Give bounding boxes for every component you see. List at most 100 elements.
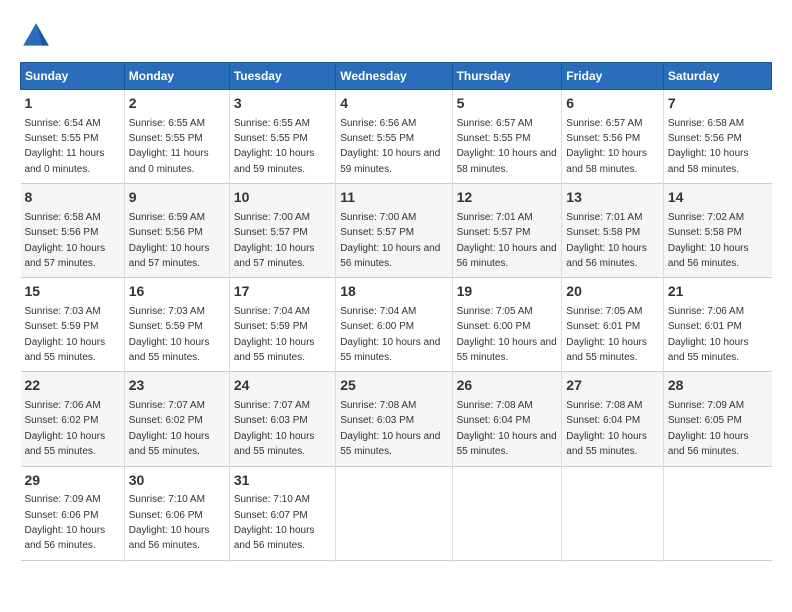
day-cell: 31 Sunrise: 7:10 AM Sunset: 6:07 PM Dayl…: [229, 466, 335, 560]
day-number: 16: [129, 282, 225, 302]
week-row-4: 22 Sunrise: 7:06 AM Sunset: 6:02 PM Dayl…: [21, 372, 772, 466]
sunrise: Sunrise: 6:59 AM: [129, 212, 205, 223]
day-cell: 21 Sunrise: 7:06 AM Sunset: 6:01 PM Dayl…: [663, 278, 771, 372]
day-cell: 14 Sunrise: 7:02 AM Sunset: 5:58 PM Dayl…: [663, 184, 771, 278]
day-number: 14: [668, 188, 768, 208]
sunrise: Sunrise: 7:08 AM: [566, 400, 642, 411]
day-cell: 6 Sunrise: 6:57 AM Sunset: 5:56 PM Dayli…: [562, 90, 664, 184]
sunrise: Sunrise: 7:04 AM: [340, 306, 416, 317]
day-number: 6: [566, 94, 659, 114]
sunrise: Sunrise: 6:57 AM: [457, 118, 533, 129]
day-cell: [663, 466, 771, 560]
daylight: Daylight: 10 hours and 55 minutes.: [234, 337, 315, 363]
day-cell: 25 Sunrise: 7:08 AM Sunset: 6:03 PM Dayl…: [336, 372, 452, 466]
sunset: Sunset: 6:03 PM: [234, 415, 308, 426]
page-header: [20, 20, 772, 52]
header-wednesday: Wednesday: [336, 63, 452, 90]
day-number: 12: [457, 188, 558, 208]
sunset: Sunset: 5:56 PM: [668, 133, 742, 144]
sunrise: Sunrise: 6:54 AM: [25, 118, 101, 129]
day-number: 30: [129, 471, 225, 491]
sunrise: Sunrise: 6:55 AM: [129, 118, 205, 129]
sunset: Sunset: 6:00 PM: [340, 321, 414, 332]
day-cell: 5 Sunrise: 6:57 AM Sunset: 5:55 PM Dayli…: [452, 90, 562, 184]
sunrise: Sunrise: 7:09 AM: [668, 400, 744, 411]
daylight: Daylight: 10 hours and 55 minutes.: [668, 337, 749, 363]
day-cell: 23 Sunrise: 7:07 AM Sunset: 6:02 PM Dayl…: [124, 372, 229, 466]
daylight: Daylight: 10 hours and 56 minutes.: [129, 525, 210, 551]
day-number: 8: [25, 188, 120, 208]
day-number: 2: [129, 94, 225, 114]
daylight: Daylight: 10 hours and 59 minutes.: [340, 148, 440, 174]
sunrise: Sunrise: 6:56 AM: [340, 118, 416, 129]
sunrise: Sunrise: 7:03 AM: [129, 306, 205, 317]
day-number: 18: [340, 282, 447, 302]
day-number: 4: [340, 94, 447, 114]
sunset: Sunset: 5:55 PM: [25, 133, 99, 144]
day-number: 5: [457, 94, 558, 114]
sunset: Sunset: 5:55 PM: [457, 133, 531, 144]
sunset: Sunset: 6:03 PM: [340, 415, 414, 426]
day-cell: 4 Sunrise: 6:56 AM Sunset: 5:55 PM Dayli…: [336, 90, 452, 184]
week-row-1: 1 Sunrise: 6:54 AM Sunset: 5:55 PM Dayli…: [21, 90, 772, 184]
day-cell: 13 Sunrise: 7:01 AM Sunset: 5:58 PM Dayl…: [562, 184, 664, 278]
day-number: 21: [668, 282, 768, 302]
logo-icon: [20, 20, 52, 52]
sunset: Sunset: 6:02 PM: [25, 415, 99, 426]
header-saturday: Saturday: [663, 63, 771, 90]
day-cell: 10 Sunrise: 7:00 AM Sunset: 5:57 PM Dayl…: [229, 184, 335, 278]
sunset: Sunset: 6:04 PM: [457, 415, 531, 426]
sunset: Sunset: 5:58 PM: [668, 227, 742, 238]
sunrise: Sunrise: 7:00 AM: [234, 212, 310, 223]
day-cell: 11 Sunrise: 7:00 AM Sunset: 5:57 PM Dayl…: [336, 184, 452, 278]
sunrise: Sunrise: 7:01 AM: [566, 212, 642, 223]
sunset: Sunset: 5:59 PM: [129, 321, 203, 332]
sunrise: Sunrise: 7:05 AM: [457, 306, 533, 317]
week-row-2: 8 Sunrise: 6:58 AM Sunset: 5:56 PM Dayli…: [21, 184, 772, 278]
sunset: Sunset: 6:04 PM: [566, 415, 640, 426]
day-number: 31: [234, 471, 331, 491]
sunset: Sunset: 6:01 PM: [566, 321, 640, 332]
sunrise: Sunrise: 7:04 AM: [234, 306, 310, 317]
sunrise: Sunrise: 7:01 AM: [457, 212, 533, 223]
sunset: Sunset: 5:55 PM: [340, 133, 414, 144]
day-number: 11: [340, 188, 447, 208]
daylight: Daylight: 10 hours and 56 minutes.: [668, 243, 749, 269]
sunset: Sunset: 6:06 PM: [25, 510, 99, 521]
daylight: Daylight: 10 hours and 57 minutes.: [25, 243, 106, 269]
day-number: 24: [234, 376, 331, 396]
day-number: 23: [129, 376, 225, 396]
sunrise: Sunrise: 7:10 AM: [129, 494, 205, 505]
sunset: Sunset: 6:07 PM: [234, 510, 308, 521]
day-cell: 27 Sunrise: 7:08 AM Sunset: 6:04 PM Dayl…: [562, 372, 664, 466]
daylight: Daylight: 10 hours and 56 minutes.: [566, 243, 647, 269]
daylight: Daylight: 10 hours and 56 minutes.: [25, 525, 106, 551]
daylight: Daylight: 10 hours and 55 minutes.: [129, 431, 210, 457]
day-number: 28: [668, 376, 768, 396]
daylight: Daylight: 10 hours and 55 minutes.: [234, 431, 315, 457]
sunset: Sunset: 5:56 PM: [129, 227, 203, 238]
sunrise: Sunrise: 7:10 AM: [234, 494, 310, 505]
sunrise: Sunrise: 7:03 AM: [25, 306, 101, 317]
daylight: Daylight: 10 hours and 55 minutes.: [566, 431, 647, 457]
sunset: Sunset: 5:55 PM: [234, 133, 308, 144]
sunset: Sunset: 5:59 PM: [25, 321, 99, 332]
sunrise: Sunrise: 7:07 AM: [129, 400, 205, 411]
daylight: Daylight: 11 hours and 0 minutes.: [25, 148, 105, 174]
day-number: 17: [234, 282, 331, 302]
day-cell: 19 Sunrise: 7:05 AM Sunset: 6:00 PM Dayl…: [452, 278, 562, 372]
day-cell: [562, 466, 664, 560]
day-cell: 9 Sunrise: 6:59 AM Sunset: 5:56 PM Dayli…: [124, 184, 229, 278]
day-cell: 3 Sunrise: 6:55 AM Sunset: 5:55 PM Dayli…: [229, 90, 335, 184]
day-number: 3: [234, 94, 331, 114]
daylight: Daylight: 10 hours and 58 minutes.: [668, 148, 749, 174]
sunrise: Sunrise: 6:58 AM: [668, 118, 744, 129]
daylight: Daylight: 10 hours and 56 minutes.: [340, 243, 440, 269]
daylight: Daylight: 10 hours and 55 minutes.: [340, 431, 440, 457]
sunrise: Sunrise: 7:09 AM: [25, 494, 101, 505]
day-number: 1: [25, 94, 120, 114]
sunset: Sunset: 5:55 PM: [129, 133, 203, 144]
sunset: Sunset: 6:06 PM: [129, 510, 203, 521]
daylight: Daylight: 10 hours and 55 minutes.: [129, 337, 210, 363]
sunset: Sunset: 6:00 PM: [457, 321, 531, 332]
